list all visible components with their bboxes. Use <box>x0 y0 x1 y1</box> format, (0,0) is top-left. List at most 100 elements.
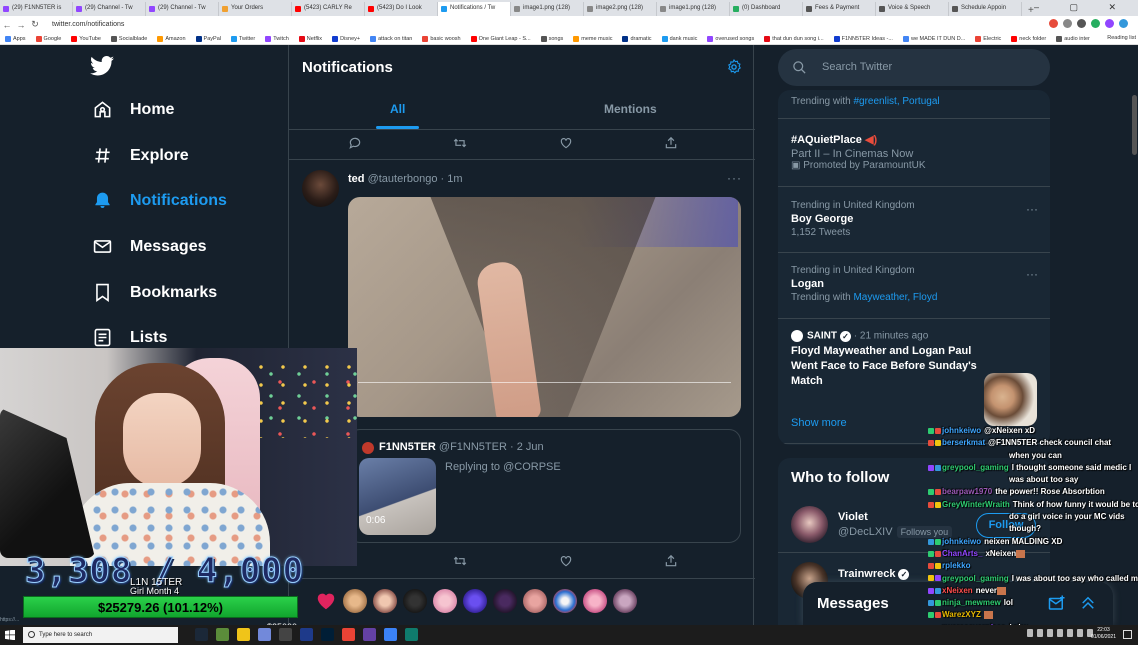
more-icon[interactable]: ··· <box>727 171 742 185</box>
like-icon[interactable] <box>559 554 573 568</box>
bookmark-item[interactable]: dank music <box>661 35 697 42</box>
bookmark-item[interactable]: meme music <box>573 35 612 42</box>
browser-tab[interactable]: image1.png (128) <box>657 2 730 16</box>
bookmark-item[interactable]: that dun dun song i... <box>764 35 824 42</box>
gear-icon[interactable] <box>726 59 742 75</box>
avatar[interactable] <box>791 506 828 543</box>
browser-tab[interactable]: image2.png (128) <box>584 2 657 16</box>
bookmark-item[interactable]: Twitter <box>230 35 255 42</box>
bookmark-item[interactable]: songs <box>540 35 563 42</box>
tray-icon[interactable] <box>1027 629 1033 637</box>
taskbar-clock[interactable]: 22:03 01/06/2021 <box>1091 627 1116 641</box>
tweet-author-name[interactable]: ted <box>348 173 365 185</box>
tray-icon[interactable] <box>1067 629 1073 637</box>
bookmark-item[interactable]: Apps <box>5 35 26 42</box>
app-icon[interactable] <box>384 628 397 641</box>
profile-avatar[interactable] <box>1119 19 1128 28</box>
tray-icon[interactable] <box>1037 629 1043 637</box>
extension-icon[interactable] <box>1091 19 1100 28</box>
bookmark-item[interactable]: PayPal <box>195 35 221 42</box>
bookmark-item[interactable]: F1NN5TER Ideas -... <box>833 35 893 42</box>
tab-all[interactable]: All <box>390 102 405 116</box>
browser-tab[interactable]: (0) Dashboard <box>730 2 803 16</box>
window-controls[interactable]: – ▢ ✕ <box>1034 2 1130 13</box>
bookmark-item[interactable]: basic woosh <box>422 35 461 42</box>
sidebar-item-bookmarks[interactable]: Bookmarks <box>93 283 217 302</box>
chrome-icon[interactable] <box>342 628 355 641</box>
sidebar-item-lists[interactable]: Lists <box>93 328 167 347</box>
bookmark-item[interactable]: neck folder <box>1011 35 1046 42</box>
avatar[interactable] <box>302 170 339 207</box>
bookmark-item[interactable]: we MADE IT DUN D... <box>902 35 965 42</box>
sidebar-item-explore[interactable]: Explore <box>93 146 189 165</box>
reading-list[interactable]: Reading list <box>1107 35 1136 41</box>
bookmark-item[interactable]: Electric <box>975 35 1001 42</box>
windows-start-icon[interactable] <box>5 630 15 640</box>
obs-icon[interactable] <box>279 628 292 641</box>
twitter-logo-icon[interactable] <box>90 56 114 76</box>
photoshop-icon[interactable] <box>321 628 334 641</box>
sidebar-item-messages[interactable]: Messages <box>93 237 207 256</box>
sidebar-item-home[interactable]: Home <box>93 100 174 119</box>
extension-icon[interactable] <box>1105 19 1114 28</box>
user-name[interactable]: Violet <box>838 511 868 523</box>
trend-item[interactable]: Trending in United Kingdom Boy George 1,… <box>791 200 1041 238</box>
twitch-icon[interactable] <box>363 628 376 641</box>
browser-tab[interactable]: Voice & Speech <box>876 2 949 16</box>
bookmark-item[interactable]: audio inter <box>1056 35 1090 42</box>
tweet-video[interactable] <box>348 197 741 417</box>
bookmark-item[interactable]: Twitch <box>265 35 289 42</box>
retweet-icon[interactable] <box>453 554 467 568</box>
browser-tab[interactable]: (29) F1NN5TER is <box>0 2 73 16</box>
sidebar-item-notifications[interactable]: Notifications <box>93 191 227 210</box>
browser-tab[interactable]: (29) Channel - Tw <box>146 2 219 16</box>
bookmark-item[interactable]: Google <box>35 35 61 42</box>
bookmark-item[interactable]: Disney+ <box>332 35 360 42</box>
trend-links[interactable]: Mayweather, Floyd <box>853 292 937 303</box>
retweet-icon[interactable] <box>453 136 467 150</box>
tray-icon[interactable] <box>1047 629 1053 637</box>
promoted-trend[interactable]: #AQuietPlace ◀︎) Part II – In Cinemas No… <box>791 131 1041 171</box>
news-thumbnail[interactable] <box>984 373 1037 426</box>
reply-icon[interactable] <box>348 136 362 150</box>
trend-links[interactable]: #greenlist, Portugal <box>853 96 939 107</box>
minecraft-icon[interactable] <box>216 628 229 641</box>
bookmark-item[interactable]: YouTube <box>71 35 101 42</box>
extension-icon[interactable] <box>1049 19 1058 28</box>
share-icon[interactable] <box>664 136 678 150</box>
news-item[interactable]: SAINT ✓ · 21 minutes ago Floyd Mayweather… <box>791 330 981 391</box>
user-name[interactable]: Trainwreck ✓ <box>838 568 910 580</box>
tweet-author-handle[interactable]: @tauterbongo <box>368 173 438 185</box>
volume-icon[interactable] <box>1077 629 1083 637</box>
trend-item[interactable]: Trending with #greenlist, Portugal <box>791 96 1041 107</box>
trend-item[interactable]: Trending in United Kingdom Logan Trendin… <box>791 265 1041 303</box>
forward-icon[interactable]: → <box>14 20 28 30</box>
extension-icon[interactable] <box>1063 19 1072 28</box>
scrollbar-thumb[interactable] <box>1132 95 1137 155</box>
steam-icon[interactable] <box>195 628 208 641</box>
bookmark-item[interactable]: dramatic <box>622 35 652 42</box>
back-icon[interactable]: ← <box>0 20 14 30</box>
discord-icon[interactable] <box>258 628 271 641</box>
bookmark-item[interactable]: attack on titan <box>370 35 412 42</box>
app-icon[interactable] <box>405 628 418 641</box>
browser-tab[interactable]: Schedule Appoin <box>949 2 1022 16</box>
show-more-link[interactable]: Show more <box>791 417 847 429</box>
quoted-video-thumbnail[interactable]: 0:06 <box>359 458 436 535</box>
video-progress-bar[interactable] <box>358 382 731 383</box>
share-icon[interactable] <box>664 554 678 568</box>
bookmark-item[interactable]: Amazon <box>157 35 186 42</box>
browser-tab[interactable]: image1.png (128) <box>511 2 584 16</box>
bookmark-item[interactable]: One Giant Leap - S... <box>470 35 531 42</box>
like-icon[interactable] <box>559 136 573 150</box>
bookmark-item[interactable]: Netflix <box>298 35 322 42</box>
bookmark-item[interactable]: Socialblade <box>110 35 147 42</box>
bookmark-item[interactable]: overused songs <box>707 35 754 42</box>
browser-tab[interactable]: Your Orders <box>219 2 292 16</box>
extension-icon[interactable] <box>1077 19 1086 28</box>
search-input[interactable]: Search Twitter <box>778 49 1050 86</box>
browser-tab[interactable]: Notifications / Tw <box>438 2 511 16</box>
browser-tab[interactable]: (5423) CARLY Re <box>292 2 365 16</box>
browser-tab[interactable]: Fees & Payment <box>803 2 876 16</box>
tab-mentions[interactable]: Mentions <box>604 102 657 116</box>
